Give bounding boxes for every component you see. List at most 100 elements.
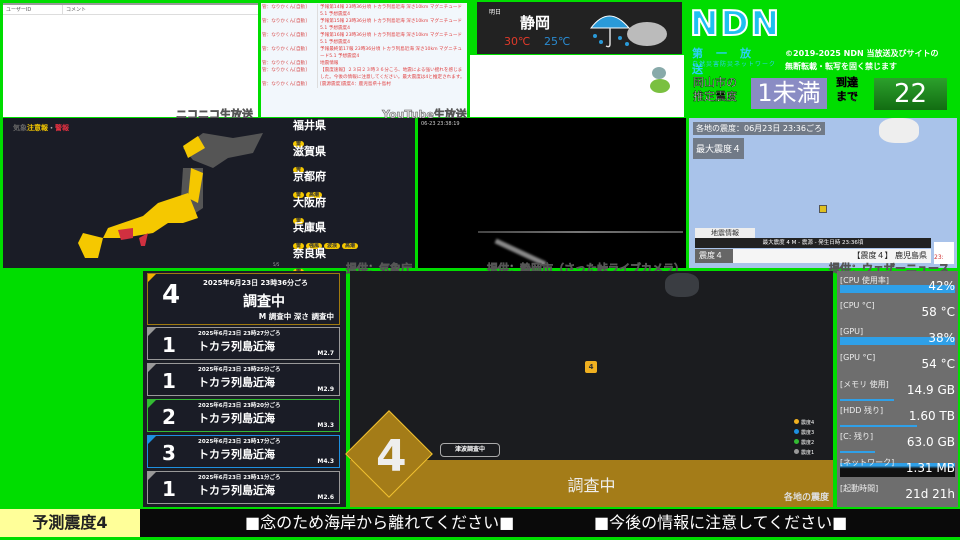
prefecture-name: 福井県: [293, 119, 326, 132]
chat-user: 管：なりかくん[自動]: [262, 61, 307, 66]
legend-dot-icon: [794, 429, 799, 434]
weather-panel: 明日 静岡 30℃ 25℃: [477, 2, 682, 54]
chat-message: 管：なりかくん[自動] 地震情報: [262, 60, 466, 67]
niconico-comment-panel: ユーザーID コメント: [3, 3, 258, 117]
metric-value: 63.0 GB: [906, 435, 955, 449]
chat-text: 予報第14報 23時36分頃 トカラ列島近海 深さ10km マグニチュード5.1…: [317, 4, 466, 18]
wn-marker: [819, 205, 827, 213]
brand-sub2: 自然災害防災ネットワーク: [692, 61, 777, 68]
system-metric: [GPU °C] 54 °C: [840, 351, 955, 377]
quake-intensity: 3: [162, 441, 176, 465]
earthquake-item[interactable]: 1 2025年6月23日 23時11分ごろ トカラ列島近海 M2.6: [147, 471, 340, 504]
epicenter-marker: 4: [585, 361, 597, 373]
chat-user: 管：なりかくん[自動]: [262, 68, 307, 73]
system-metric: [CPU °C] 58 °C: [840, 299, 955, 325]
quake-time: 2025年6月23日 23時36分ごろ: [203, 279, 309, 287]
arrival-label: 到達 まで: [836, 76, 858, 103]
chat-text: 予報第15報 23時36分頃 トカラ列島近海 深さ10km マグニチュード5.1…: [317, 18, 466, 32]
umbrella-rain-cloud-icon: [589, 15, 667, 48]
weather-day: 明日: [489, 9, 502, 16]
jma-title: 気象注意報・警報: [13, 124, 69, 132]
metric-value: 54 °C: [921, 357, 955, 371]
quake-place: トカラ列島近海: [198, 412, 275, 425]
metric-value: 38%: [928, 331, 955, 345]
system-metric: [起動時間] 21d 21h: [840, 481, 955, 507]
quake-place: トカラ列島近海: [198, 484, 275, 497]
map-caption: 各地の震度: [783, 493, 829, 503]
intensity-corner-icon: [148, 472, 156, 480]
chat-message: 管：なりかくん[自動] [震源震度]震度4：鹿児島県十島村: [262, 81, 466, 88]
earthquake-item[interactable]: 2 2025年6月23日 23時20分ごろ トカラ列島近海 M3.3: [147, 399, 340, 432]
earthquake-item[interactable]: 1 2025年6月23日 23時27分ごろ トカラ列島近海 M2.7: [147, 327, 340, 360]
system-metric: [CPU 使用率] 42%: [840, 273, 955, 299]
chat-user: 管：なりかくん[自動]: [262, 33, 307, 38]
chat-message: 管：なりかくん[自動] 予報第15報 23時36分頃 トカラ列島近海 深さ10km…: [262, 18, 466, 32]
metric-value: 42%: [928, 279, 955, 293]
ticker-message-2: ■今後の情報に注意してください■: [594, 513, 848, 532]
metric-label: [HDD 残り]: [840, 406, 884, 415]
weather-low: 25℃: [544, 35, 571, 48]
legend-item: 震度1: [794, 449, 814, 459]
japan-map: [78, 133, 263, 258]
warning-tag: 高潮: [342, 243, 359, 249]
quake-magnitude: M2.7: [317, 350, 334, 357]
weather-high: 30℃: [504, 35, 531, 48]
quake-magnitude: M2.9: [317, 386, 334, 393]
quake-time: 2025年6月23日 23時27分ごろ: [198, 331, 281, 337]
system-metric: [メモリ 使用] 14.9 GB: [840, 377, 955, 403]
quake-time: 2025年6月23日 23時11分ごろ: [198, 475, 281, 481]
quake-intensity: 1: [162, 369, 176, 393]
prefecture-name: 滋賀県: [293, 144, 326, 158]
ndn-logo: NDN: [689, 3, 782, 45]
ticker-message-1: ■念のため海岸から離れてください■: [245, 513, 515, 532]
metric-label: [CPU °C]: [840, 301, 875, 310]
metric-label: [メモリ 使用]: [840, 380, 889, 389]
arrival-countdown: 22: [874, 78, 947, 110]
legend-item: 震度3: [794, 429, 814, 439]
intensity-corner-icon: [148, 436, 156, 444]
live-camera: 06-23 23:38:19: [418, 118, 686, 268]
chat-message: 管：なりかくん[自動] 【震度速報】２３日２３時３６分ころ、地震による強い揺れを感…: [262, 67, 466, 81]
jma-page: 5/5: [273, 262, 280, 267]
intensity-corner-icon: [148, 328, 156, 336]
jma-warning-map: 気象注意報・警報 5/5 福井県雷滋賀県雷京都府雷高潮 大阪府雷兵庫県雷強風 波浪高…: [3, 118, 415, 275]
prefecture-name: 京都府: [293, 170, 326, 183]
quake-magnitude: M 調査中 深さ 調査中: [258, 312, 334, 321]
system-metric: [GPU] 38%: [840, 325, 955, 351]
metric-value: 14.9 GB: [906, 383, 955, 397]
metric-label: [CPU 使用率]: [840, 276, 890, 285]
earthquake-item[interactable]: 3 2025年6月23日 23時17分ごろ トカラ列島近海 M4.3: [147, 435, 340, 468]
chat-message: 管：なりかくん[自動] 予報第16報 23時36分頃 トカラ列島近海 深さ10km…: [262, 32, 466, 46]
copyright: ©2019-2025 NDN 当放送及びサイトの 無断転載・転写を固く禁じます: [785, 49, 939, 71]
max-intensity: 4: [376, 431, 407, 482]
metric-label: [C: 残り]: [840, 432, 874, 441]
prefecture-name: 大阪府: [293, 195, 326, 209]
chat-user: 管：なりかくん[自動]: [262, 47, 307, 52]
metric-label: [GPU °C]: [840, 353, 876, 362]
legend-item: 震度2: [794, 439, 814, 449]
youtube-chat-panel: 管：なりかくん[自動] 予報第14報 23時36分頃 トカラ列島近海 深さ10km…: [261, 3, 467, 117]
prefecture-name: 奈良県: [293, 246, 326, 260]
chat-text: 予報最終第17報 23時36分頃 トカラ列島近海 深さ10km マグニチュード5…: [317, 46, 466, 60]
legend-dot-icon: [794, 439, 799, 444]
mascot-character-icon: [648, 67, 672, 95]
chat-user: 管：なりかくん[自動]: [262, 82, 307, 87]
earthquake-item[interactable]: 1 2025年6月23日 23時25分ごろ トカラ列島近海 M2.9: [147, 363, 340, 396]
quake-time: 2025年6月23日 23時20分ごろ: [198, 403, 281, 409]
mascot-panel: [470, 55, 684, 117]
quake-place: トカラ列島近海: [198, 376, 275, 389]
chat-text: 地震情報: [317, 60, 466, 67]
intensity-corner-icon: [148, 400, 156, 408]
estimated-intensity: 1未満: [751, 78, 827, 109]
metric-label: [GPU]: [840, 327, 864, 336]
chat-text: [震源震度]震度4：鹿児島県十島村: [317, 81, 466, 88]
estimate-label: 岡山市の 推定震度: [693, 76, 737, 103]
system-metric: [C: 残り] 63.0 GB: [840, 429, 955, 455]
legend-dot-icon: [794, 419, 799, 424]
quake-time: 2025年6月23日 23時17分ごろ: [198, 439, 281, 445]
wn-header: 各地の震度：06月23日 23:36ごろ: [693, 122, 825, 135]
chat-text: 【震度速報】２３日２３時３６分ころ、地震による強い揺れを感じました。今後の情報に…: [317, 67, 466, 81]
metric-label: [起動時間]: [840, 484, 879, 493]
earthquake-item[interactable]: 4 2025年6月23日 23時36分ごろ 調査中 M 調査中 深さ 調査中: [147, 273, 340, 325]
quake-intensity: 2: [162, 405, 176, 429]
